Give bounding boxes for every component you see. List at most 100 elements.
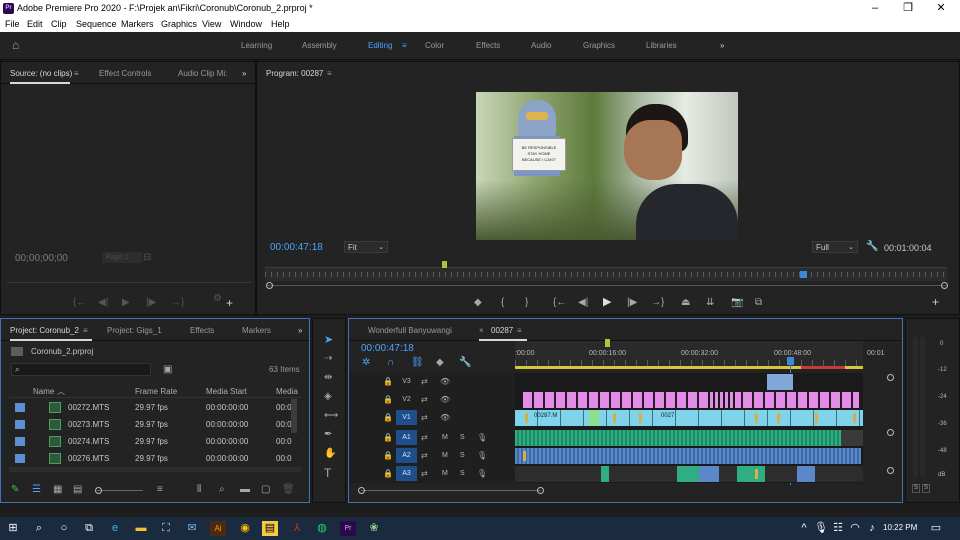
eye-icon[interactable]: 👁 [440,413,450,423]
mark-in-icon[interactable]: { [501,298,504,308]
icon-view-icon[interactable]: ▦ [53,485,62,495]
source-scrubber[interactable] [7,282,251,283]
program-zoom-bar[interactable] [267,285,947,286]
microphone-icon[interactable]: 🎙 [813,521,829,536]
menu-file[interactable]: File [5,19,20,29]
program-timecode[interactable]: 00:00:47:18 [270,242,323,253]
sort-icons-icon[interactable]: ≡ [157,485,163,495]
track-scroll-handle-mid[interactable] [887,429,894,436]
mark-out-icon[interactable]: } [525,298,528,308]
new-bin-icon[interactable]: ▬ [240,485,250,495]
find-icon[interactable]: ⌕ [219,485,225,495]
audio-clip-a3[interactable] [699,466,719,482]
acrobat-icon[interactable]: ⅄ [289,521,305,536]
camera-export-frame-icon[interactable]: 📷 [731,298,743,308]
chrome-icon[interactable]: ◉ [237,521,253,536]
tab-sequence-00287[interactable]: 00287 [491,326,513,335]
pen-tool-icon[interactable]: ✒ [324,430,332,440]
close-button[interactable]: ✕ [926,1,956,16]
label-color-swatch[interactable] [15,420,25,429]
mail-icon[interactable]: ✉ [184,521,200,536]
app-icon[interactable]: ❀ [366,521,382,536]
source-page-dropdown[interactable]: Page 1 [102,252,142,263]
project-vertical-scrollbar[interactable] [291,399,297,433]
menu-view[interactable]: View [202,19,221,29]
go-to-out-icon[interactable]: →} [651,298,664,308]
source-insert-icon[interactable]: ⊟ [143,253,151,263]
workspace-libraries[interactable]: Libraries [646,41,677,50]
step-forward-icon[interactable]: |▶ [627,298,637,308]
type-tool-icon[interactable]: T [324,467,331,479]
track-scroll-handle-bottom[interactable] [887,467,894,474]
chevron-up-icon[interactable]: ^ [796,521,812,536]
audio-clip-a1[interactable] [515,430,841,446]
search-icon[interactable]: ⌕ [31,521,47,536]
wrench-settings-icon[interactable]: 🔧 [866,242,878,252]
track-label-v1[interactable]: V1 [396,410,417,425]
source-step-forward-icon[interactable]: |▶ [146,298,156,308]
label-color-swatch[interactable] [15,437,25,446]
snap-magnet-icon[interactable]: ∩ [387,358,394,368]
menu-edit[interactable]: Edit [27,19,43,29]
track-content-area[interactable]: 00287.M 0027 [515,373,863,483]
tab-project-coronub[interactable]: Project: Coronub_2 [10,326,79,335]
list-item[interactable]: 00276.MTS 29.97 fps 00:00:00:00 00:0 [9,450,301,467]
project-search-input[interactable]: ⌕ [11,363,151,376]
solo-button[interactable]: S [460,434,465,441]
tab-project-menu-icon[interactable]: ≡ [83,326,88,335]
timeline-timecode[interactable]: 00:00:47:18 [361,343,414,354]
comparison-view-icon[interactable]: ⧉ [755,298,762,308]
playback-quality-dropdown[interactable]: Full ⌄ [812,241,858,253]
eye-icon[interactable]: 👁 [440,377,450,387]
solo-left-button[interactable]: S [912,484,920,493]
menu-help[interactable]: Help [271,19,290,29]
pencil-write-icon[interactable]: ✎ [11,485,19,495]
tab-effects[interactable]: Effects [190,326,214,335]
lock-icon[interactable]: 🔒 [383,413,393,423]
tab-timeline-menu-icon[interactable]: ≡ [517,326,522,335]
list-item[interactable]: 00274.MTS 29.97 fps 00:00:00:00 00:0 [9,433,301,450]
solo-button[interactable]: S [460,452,465,459]
microphone-icon[interactable]: 🎙 [477,451,487,461]
whatsapp-icon[interactable]: ◍ [314,521,330,536]
clear-trash-icon[interactable]: 🗑 [282,485,295,495]
premiere-taskbar-icon[interactable]: Pr [340,521,356,536]
workspace-effects[interactable]: Effects [476,41,500,50]
lock-icon[interactable]: 🔒 [383,395,393,405]
workspace-menu-icon[interactable]: ≡ [402,41,407,50]
tab-program-menu-icon[interactable]: ≡ [327,69,332,78]
list-item[interactable]: 00273.MTS 29.97 fps 00:00:00:00 00:0 [9,416,301,433]
notification-icon[interactable]: ▭ [928,521,944,536]
play-button-icon[interactable]: ▶ [603,297,611,308]
workspace-assembly[interactable]: Assembly [302,41,337,50]
home-icon[interactable]: ⌂ [12,39,19,51]
new-item-icon[interactable]: ▢ [261,485,270,495]
column-media-start[interactable]: Media Start [206,387,247,396]
track-scroll-handle-top[interactable] [887,374,894,381]
sticky-notes-icon[interactable]: ▤ [262,521,278,536]
maximize-button[interactable]: ❐ [893,1,923,16]
sequence-marker[interactable] [605,339,610,347]
program-add-button-icon[interactable]: + [932,296,939,308]
label-color-swatch[interactable] [15,403,25,412]
track-label-a1[interactable]: A1 [396,430,417,445]
column-frame-rate[interactable]: Frame Rate [135,387,177,396]
step-back-icon[interactable]: ◀| [578,298,588,308]
timeline-ruler[interactable]: :00:00 00:00:16:00 00:00:32:00 00:00:48:… [515,339,885,369]
zoom-bar-right-handle[interactable] [941,282,948,289]
solo-button[interactable]: S [460,470,465,477]
audio-clip-a3[interactable] [737,466,765,482]
clip-v2-dense[interactable] [705,392,735,408]
menu-sequence[interactable]: Sequence [76,19,117,29]
list-view-icon[interactable]: ☰ [32,485,41,495]
slip-tool-icon[interactable]: ⟷ [324,411,338,421]
program-video-frame[interactable]: BE RESPONSIBLE STAY HOME BECAUSE I CAN'T [476,92,738,240]
source-play-icon[interactable]: ▶ [122,298,130,308]
tab-sequence-wonderfull[interactable]: Wonderfull Banyuwangi [368,326,452,335]
menu-graphics[interactable]: Graphics [161,19,197,29]
project-horizontal-scrollbar[interactable] [9,467,301,472]
solo-right-button[interactable]: S [922,484,930,493]
close-tab-icon[interactable]: × [479,326,484,335]
project-more-tabs-icon[interactable]: » [298,326,302,335]
microphone-icon[interactable]: 🎙 [477,433,487,443]
